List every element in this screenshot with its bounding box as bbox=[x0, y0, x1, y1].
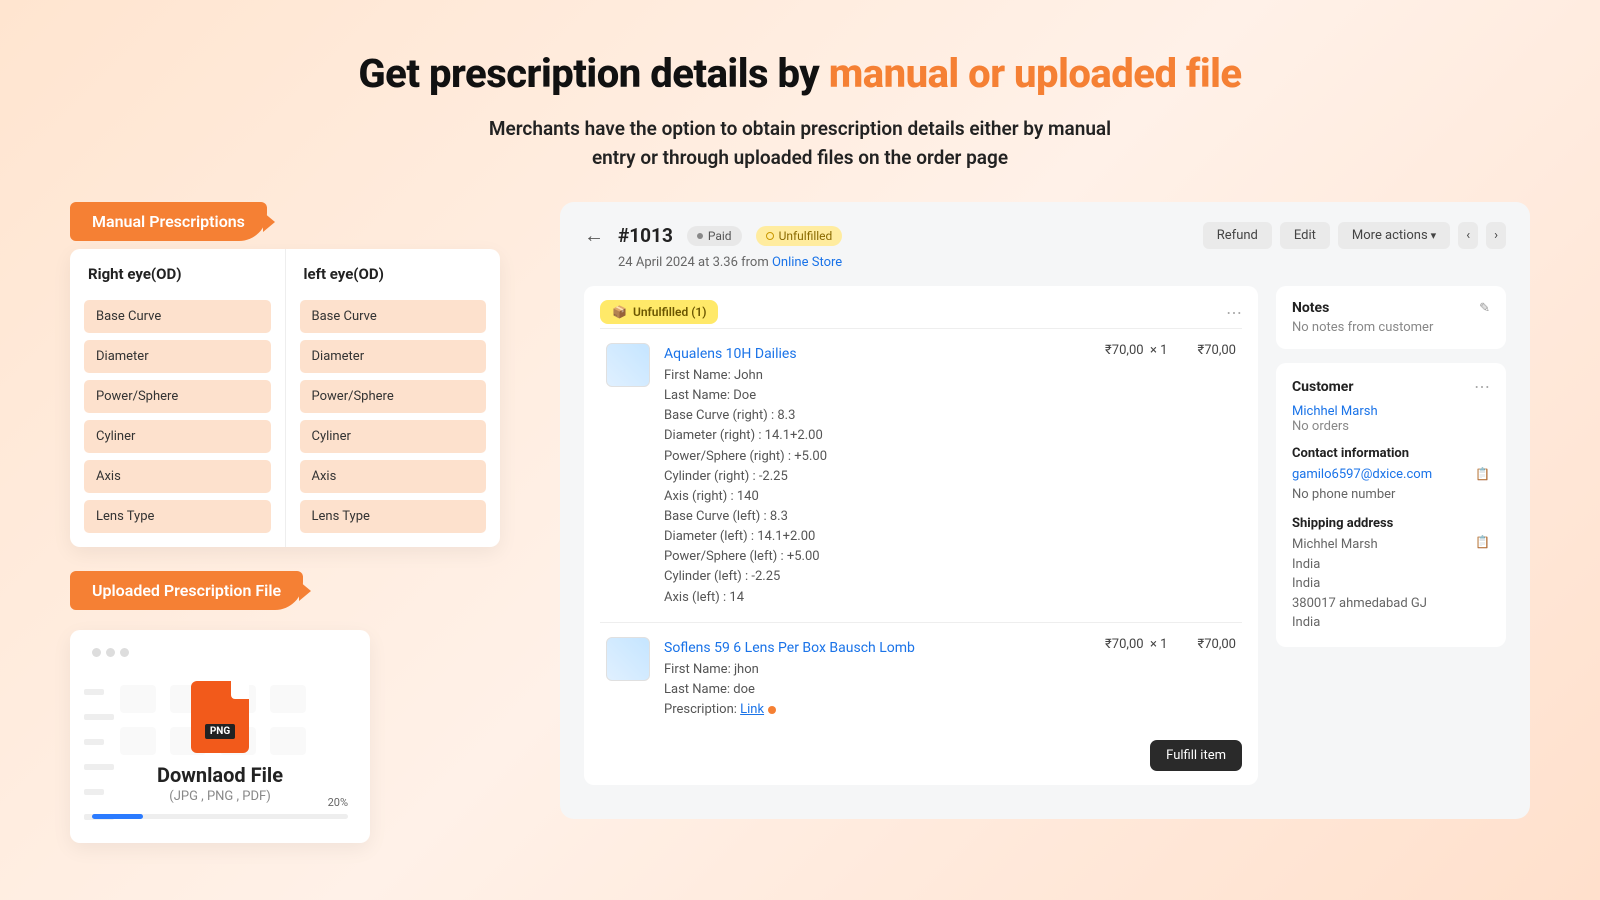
product-thumbnail bbox=[606, 637, 650, 681]
kebab-icon[interactable]: ⋯ bbox=[1226, 303, 1242, 322]
right-eye-header: Right eye(OD) bbox=[84, 263, 271, 293]
upload-card: PNG Downlaod File (JPG , PNG , PDF) 20% bbox=[70, 630, 370, 843]
file-icon: PNG bbox=[191, 681, 249, 753]
kebab-icon[interactable]: ⋯ bbox=[1474, 377, 1490, 396]
field-cylinder[interactable]: Cyliner bbox=[84, 420, 271, 453]
copy-icon[interactable]: 📋 bbox=[1475, 535, 1490, 549]
product-title-link[interactable]: Aqualens 10H Dailies bbox=[664, 346, 797, 362]
paid-badge: Paid bbox=[687, 226, 742, 246]
field-cylinder[interactable]: Cyliner bbox=[300, 420, 487, 453]
customer-panel: Customer⋯ Michhel Marsh No orders Contac… bbox=[1276, 363, 1506, 647]
unfulfilled-badge: Unfulfilled bbox=[756, 226, 843, 246]
left-eye-header: left eye(OD) bbox=[300, 263, 487, 293]
product-attributes: First Name: JohnLast Name: DoeBase Curve… bbox=[664, 366, 1091, 608]
customer-link[interactable]: Michhel Marsh bbox=[1292, 404, 1378, 419]
product-title-link[interactable]: Soflens 59 6 Lens Per Box Bausch Lomb bbox=[664, 640, 915, 656]
order-panel: ← #1013 Paid Unfulfilled Refund Edit Mor… bbox=[560, 202, 1530, 819]
prev-button[interactable]: ‹ bbox=[1458, 222, 1478, 249]
download-subtitle: (JPG , PNG , PDF) bbox=[92, 789, 348, 804]
product-thumbnail bbox=[606, 343, 650, 387]
more-actions-button[interactable]: More actions▾ bbox=[1338, 222, 1450, 249]
refund-button[interactable]: Refund bbox=[1203, 222, 1272, 249]
field-axis[interactable]: Axis bbox=[300, 460, 487, 493]
marker-icon bbox=[768, 706, 776, 714]
manual-prescriptions-tag: Manual Prescriptions bbox=[70, 202, 267, 241]
email-link[interactable]: gamilo6597@dxice.com bbox=[1292, 467, 1432, 482]
chevron-down-icon: ▾ bbox=[1431, 229, 1437, 242]
field-power-sphere[interactable]: Power/Sphere bbox=[300, 380, 487, 413]
field-power-sphere[interactable]: Power/Sphere bbox=[84, 380, 271, 413]
edit-icon[interactable]: ✎ bbox=[1479, 301, 1490, 316]
line-item: Aqualens 10H Dailies First Name: JohnLas… bbox=[600, 328, 1242, 622]
field-diameter[interactable]: Diameter bbox=[84, 340, 271, 373]
field-lens-type[interactable]: Lens Type bbox=[84, 500, 271, 533]
copy-icon[interactable]: 📋 bbox=[1475, 465, 1490, 483]
next-button[interactable]: › bbox=[1486, 222, 1506, 249]
fulfill-item-button[interactable]: Fulfill item bbox=[1150, 740, 1242, 771]
page-subtitle: Merchants have the option to obtain pres… bbox=[40, 115, 1560, 172]
manual-prescriptions-card: Right eye(OD) Base Curve Diameter Power/… bbox=[70, 249, 500, 547]
download-title: Downlaod File bbox=[92, 763, 348, 787]
prescription-link[interactable]: Link bbox=[740, 702, 764, 717]
fulfillment-panel: 📦 Unfulfilled (1) ⋯ Aqualens 10H Dailies… bbox=[584, 286, 1258, 785]
product-attributes: First Name: jhon Last Name: doe Prescrip… bbox=[664, 660, 1091, 720]
back-icon[interactable]: ← bbox=[584, 223, 604, 248]
notes-panel: Notes✎ No notes from customer bbox=[1276, 286, 1506, 349]
window-dots-icon bbox=[92, 648, 348, 657]
page-title: Get prescription details by manual or up… bbox=[40, 50, 1560, 97]
order-number: #1013 bbox=[618, 224, 673, 247]
line-item: Soflens 59 6 Lens Per Box Bausch Lomb Fi… bbox=[600, 622, 1242, 734]
order-meta: 24 April 2024 at 3.36 from Online Store bbox=[618, 255, 1506, 270]
line-price: ₹70,00 × 1₹70,00 bbox=[1105, 343, 1236, 608]
online-store-link[interactable]: Online Store bbox=[772, 255, 842, 270]
line-price: ₹70,00 × 1₹70,00 bbox=[1105, 637, 1236, 720]
shipping-address: Michhel MarshIndiaIndia380017 ahmedabad … bbox=[1292, 535, 1490, 633]
progress-bar: 20% bbox=[92, 814, 348, 819]
field-base-curve[interactable]: Base Curve bbox=[84, 300, 271, 333]
field-base-curve[interactable]: Base Curve bbox=[300, 300, 487, 333]
field-diameter[interactable]: Diameter bbox=[300, 340, 487, 373]
uploaded-file-tag: Uploaded Prescription File bbox=[70, 571, 303, 610]
unfulfilled-pill: 📦 Unfulfilled (1) bbox=[600, 300, 718, 324]
edit-button[interactable]: Edit bbox=[1280, 222, 1330, 249]
field-lens-type[interactable]: Lens Type bbox=[300, 500, 487, 533]
field-axis[interactable]: Axis bbox=[84, 460, 271, 493]
